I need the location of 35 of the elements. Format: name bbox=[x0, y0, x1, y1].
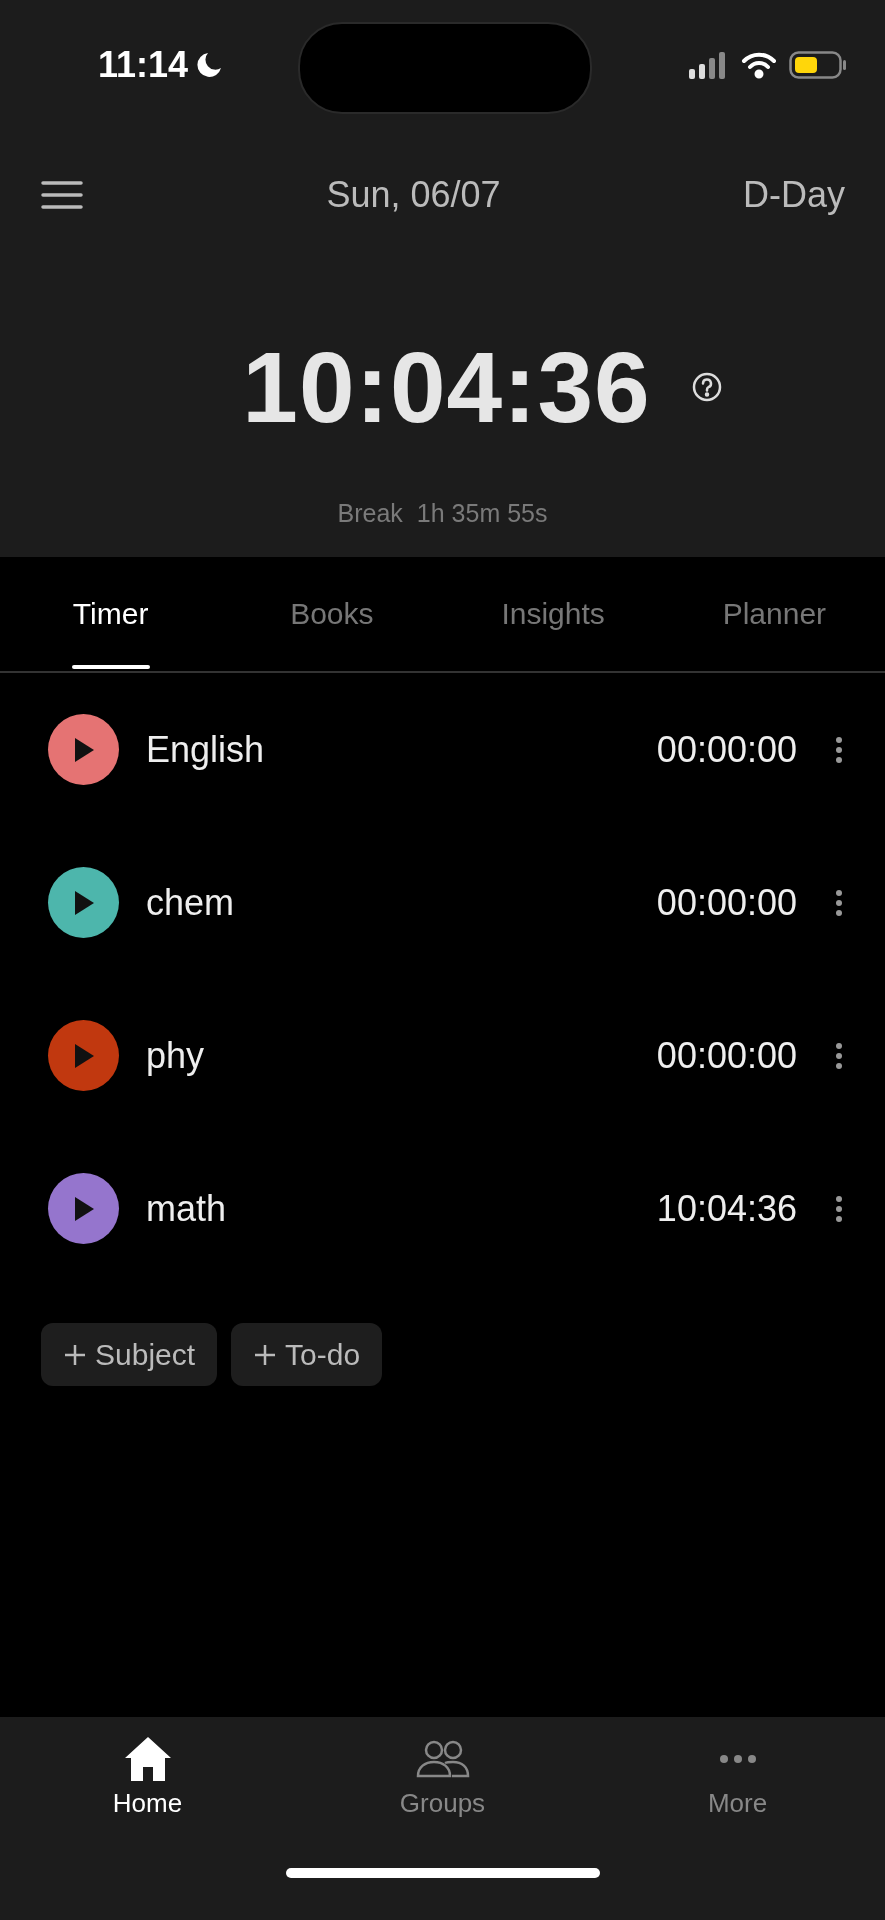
subject-time: 00:00:00 bbox=[656, 881, 797, 924]
menu-icon bbox=[40, 179, 84, 211]
tab[interactable]: Timer bbox=[0, 557, 222, 671]
nav-item[interactable]: Groups bbox=[342, 1733, 543, 1820]
plus-icon bbox=[63, 1342, 87, 1367]
subject-name: phy bbox=[146, 1034, 206, 1077]
menu-button[interactable] bbox=[40, 179, 84, 211]
subject-name: chem bbox=[146, 881, 236, 924]
d-day-link[interactable]: D-Day bbox=[742, 174, 845, 216]
break-label: Break bbox=[337, 499, 403, 528]
subject-name: math bbox=[146, 1187, 228, 1230]
kebab-icon bbox=[835, 888, 843, 917]
more-icon bbox=[719, 1755, 756, 1763]
help-icon[interactable] bbox=[690, 371, 723, 403]
add-button[interactable]: Subject bbox=[41, 1323, 218, 1386]
subject-name: English bbox=[146, 728, 266, 771]
subject-time: 10:04:36 bbox=[656, 1187, 797, 1230]
battery-icon bbox=[789, 50, 847, 80]
kebab-icon bbox=[835, 735, 843, 764]
tab[interactable]: Insights bbox=[442, 557, 664, 671]
plus-icon bbox=[253, 1342, 278, 1367]
nav-item[interactable]: More bbox=[637, 1733, 838, 1820]
status-time: 11:14 bbox=[98, 44, 189, 86]
date-label: Sun, 06/07 bbox=[326, 174, 501, 216]
wifi-icon bbox=[741, 51, 777, 79]
subject-time: 00:00:00 bbox=[656, 1034, 797, 1077]
total-time: 10:04:36 bbox=[242, 329, 651, 445]
tab[interactable]: Books bbox=[221, 557, 443, 671]
add-button[interactable]: To-do bbox=[231, 1323, 383, 1386]
tab[interactable]: Planner bbox=[663, 557, 885, 671]
kebab-icon bbox=[835, 1041, 843, 1070]
break-time: 1h 35m 55s bbox=[416, 499, 548, 528]
kebab-icon bbox=[835, 1194, 843, 1223]
nav-item[interactable]: Home bbox=[47, 1733, 248, 1820]
subject-time: 00:00:00 bbox=[656, 728, 797, 771]
